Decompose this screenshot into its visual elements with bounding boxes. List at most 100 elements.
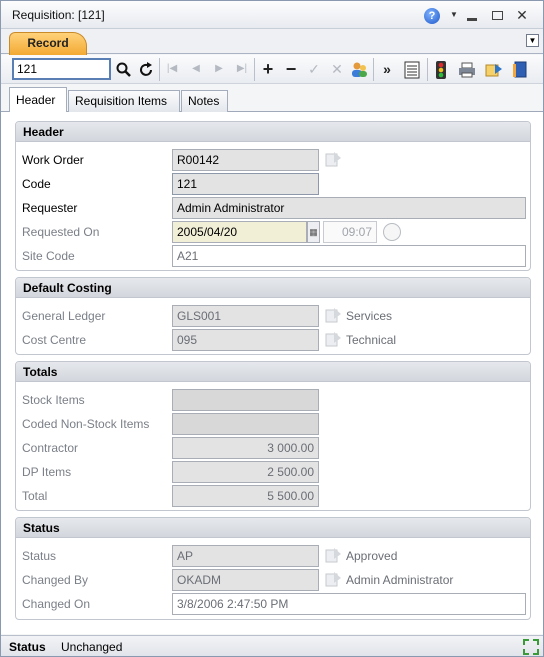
traffic-light-icon[interactable] [431,59,451,79]
status-bar: Status Unchanged [1,635,543,656]
code-label: Code [22,177,51,191]
requested-on-row: Requested On 2005/04/20 ▦ 09:07 [22,221,522,243]
requester-row: Requester Admin Administrator [22,197,526,219]
record-search-input[interactable] [12,58,111,80]
stock-items-label: Stock Items [22,393,85,407]
requested-on-label: Requested On [22,225,100,239]
general-ledger-lookup-icon[interactable] [324,306,343,325]
toolbar-separator [373,58,374,81]
expand-icon[interactable] [523,639,539,655]
status-lookup-icon[interactable] [324,546,343,565]
site-code-field[interactable]: A21 [172,245,526,267]
book-icon[interactable] [510,59,530,79]
title-bar: Requisition: [121] ? ▼ ✕ [1,1,543,29]
status-label: Status [22,549,57,563]
general-ledger-description: Services [346,309,393,323]
list-view-icon[interactable] [402,59,422,79]
stock-items-row: Stock Items [22,389,522,411]
window-title: Requisition: [121] [12,8,105,22]
next-record-icon[interactable]: ▶ [209,59,229,79]
cost-centre-row: Cost Centre 095 Technical [22,329,522,351]
general-ledger-label: General Ledger [22,309,106,323]
changed-on-label: Changed On [22,597,91,611]
changed-by-lookup-icon[interactable] [324,570,343,589]
work-order-field[interactable]: R00142 [172,149,319,171]
header-tab-content: Header Work Order R00142 Code 121 Reques… [1,112,543,634]
status-row: Status AP Approved [22,545,522,567]
work-order-lookup-icon[interactable] [324,150,343,169]
contractor-row: Contractor 3 000.00 [22,437,522,459]
toolbar-separator [159,58,160,81]
cancel-icon[interactable]: ✕ [327,59,347,79]
status-description: Approved [346,549,398,563]
help-dropdown-icon[interactable]: ▼ [445,6,463,24]
accept-icon[interactable]: ✓ [304,59,324,79]
header-group-title: Header [16,122,530,142]
code-field[interactable]: 121 [172,173,319,195]
dp-items-row: DP Items 2 500.00 [22,461,522,483]
contractor-field[interactable]: 3 000.00 [172,437,319,459]
users-icon[interactable] [349,59,369,79]
help-icon[interactable]: ? [423,6,441,24]
cost-centre-lookup-icon[interactable] [324,330,343,349]
toolbar-separator [254,58,255,81]
requested-on-date-field[interactable]: 2005/04/20 [172,221,307,243]
coded-non-stock-field[interactable] [172,413,319,435]
changed-by-field[interactable]: OKADM [172,569,319,591]
refresh-icon[interactable] [137,59,157,79]
stock-items-field[interactable] [172,389,319,411]
work-order-label: Work Order [22,153,84,167]
coded-non-stock-row: Coded Non-Stock Items [22,413,522,435]
clock-icon[interactable] [383,223,401,241]
changed-by-row: Changed By OKADM Admin Administrator [22,569,522,591]
toolbar: |◀ ◀ ▶ ▶| + − ✓ ✕ » [1,55,543,84]
total-label: Total [22,489,48,503]
default-costing-group: Default Costing General Ledger GLS001 Se… [15,277,531,355]
calendar-icon[interactable]: ▦ [307,221,320,243]
more-icon[interactable]: » [377,59,397,79]
status-group-title: Status [16,518,530,538]
site-code-row: Site Code A21 [22,245,526,267]
status-bar-value: Unchanged [61,640,123,654]
header-group: Header Work Order R00142 Code 121 Reques… [15,121,531,271]
changed-on-field[interactable]: 3/8/2006 2:47:50 PM [172,593,526,615]
minimize-button[interactable] [463,6,481,24]
strip-dropdown-icon[interactable]: ▼ [526,34,539,47]
add-icon[interactable]: + [258,59,278,79]
requested-on-time-field[interactable]: 09:07 [323,221,377,243]
contractor-label: Contractor [22,441,79,455]
status-bar-label: Status [9,640,46,654]
export-icon[interactable] [484,59,504,79]
detail-tabs: Header Requisition Items Notes [1,87,543,113]
restore-button[interactable] [488,6,506,24]
print-icon[interactable] [457,59,477,79]
cost-centre-description: Technical [346,333,397,347]
remove-icon[interactable]: − [281,59,301,79]
general-ledger-row: General Ledger GLS001 Services [22,305,522,327]
coded-non-stock-label: Coded Non-Stock Items [22,417,150,431]
total-row: Total 5 500.00 [22,485,522,507]
cost-centre-field[interactable]: 095 [172,329,319,351]
changed-by-description: Admin Administrator [346,573,454,587]
requisition-window: Requisition: [121] ? ▼ ✕ Record ▼ |◀ ◀ ▶… [0,0,544,657]
search-icon[interactable] [114,59,134,79]
tab-header[interactable]: Header [9,87,67,113]
record-tab[interactable]: Record [9,32,87,55]
general-ledger-field[interactable]: GLS001 [172,305,319,327]
status-field[interactable]: AP [172,545,319,567]
default-costing-title: Default Costing [16,278,530,298]
previous-record-icon[interactable]: ◀ [186,59,206,79]
total-field[interactable]: 5 500.00 [172,485,319,507]
tab-notes[interactable]: Notes [181,90,228,112]
changed-on-row: Changed On 3/8/2006 2:47:50 PM [22,593,526,615]
totals-group: Totals Stock Items Coded Non-Stock Items… [15,361,531,511]
close-button[interactable]: ✕ [513,6,531,24]
tab-requisition-items[interactable]: Requisition Items [68,90,180,112]
site-code-label: Site Code [22,249,75,263]
toolbar-separator [427,58,428,81]
requester-field[interactable]: Admin Administrator [172,197,526,219]
cost-centre-label: Cost Centre [22,333,87,347]
last-record-icon[interactable]: ▶| [232,59,252,79]
dp-items-field[interactable]: 2 500.00 [172,461,319,483]
first-record-icon[interactable]: |◀ [162,59,182,79]
